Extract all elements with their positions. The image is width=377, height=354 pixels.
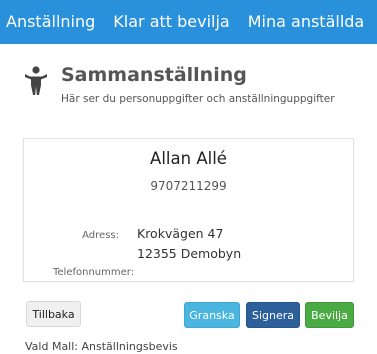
page-subtitle: Här ser du personuppgifter och anställni… xyxy=(61,93,335,105)
approve-button[interactable]: Bevilja xyxy=(305,302,354,328)
address-street: Krokvägen 47 xyxy=(137,226,224,241)
review-button[interactable]: Granska xyxy=(184,302,240,328)
sign-button[interactable]: Signera xyxy=(246,302,300,328)
nav-item-klar-att-bevilja[interactable]: Klar att bevilja xyxy=(113,0,229,44)
address-postal: 12355 Demobyn xyxy=(137,246,242,261)
top-navigation: Anställning Klar att bevilja Mina anstäl… xyxy=(0,0,377,44)
person-icon xyxy=(25,66,47,95)
personal-number: 9707211299 xyxy=(150,179,227,193)
nav-item-anstallning[interactable]: Anställning xyxy=(6,0,95,44)
selected-template: Vald Mall: Anställningsbevis xyxy=(25,340,178,353)
summary-card: Allan Allé 9707211299 Adress: Krokvägen … xyxy=(23,138,354,282)
employee-name: Allan Allé xyxy=(150,149,227,168)
back-button[interactable]: Tillbaka xyxy=(26,301,81,327)
nav-item-mina-anstallda[interactable]: Mina anställda xyxy=(248,0,365,44)
page-title: Sammanställning xyxy=(61,64,247,86)
address-label: Adress: xyxy=(82,230,119,241)
phone-label: Telefonnummer: xyxy=(53,267,135,278)
